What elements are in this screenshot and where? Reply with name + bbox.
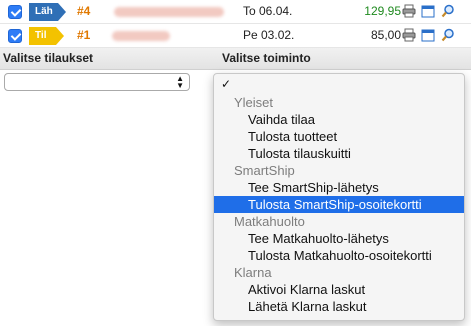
select-action-title: Valitse toiminto bbox=[222, 51, 311, 65]
order-row[interactable]: Til #1 Pe 03.02. 85,00 bbox=[0, 24, 471, 48]
action-dropdown[interactable]: ✓ Yleiset Vaihda tilaa Tulosta tuotteet … bbox=[213, 73, 465, 321]
status-badge-arrow bbox=[58, 3, 66, 21]
row-actions bbox=[402, 28, 457, 42]
calendar-icon[interactable] bbox=[421, 28, 435, 42]
section-header-bar: Valitse tilaukset Valitse toiminto bbox=[0, 48, 471, 70]
status-badge-arrow bbox=[56, 27, 64, 45]
option-tee-matkahuolto-lahetys[interactable]: Tee Matkahuolto-lähetys bbox=[214, 230, 464, 247]
search-icon[interactable] bbox=[441, 4, 455, 18]
order-date: Pe 03.02. bbox=[243, 28, 295, 42]
select-arrows-icon: ▲ ▼ bbox=[176, 74, 184, 90]
status-badge: Läh bbox=[29, 3, 58, 21]
calendar-icon[interactable] bbox=[421, 4, 435, 18]
printer-icon[interactable] bbox=[402, 28, 416, 42]
option-tee-smartship-lahetys[interactable]: Tee SmartShip-lähetys bbox=[214, 179, 464, 196]
order-amount: 85,00 bbox=[370, 28, 401, 42]
checkmark-icon: ✓ bbox=[221, 77, 232, 91]
search-icon[interactable] bbox=[441, 28, 455, 42]
option-aktivoi-klarna-laskut[interactable]: Aktivoi Klarna laskut bbox=[214, 281, 464, 298]
option-tulosta-matkahuolto-osoitekortti[interactable]: Tulosta Matkahuolto-osoitekortti bbox=[214, 247, 464, 264]
order-number[interactable]: #1 bbox=[77, 28, 90, 42]
option-vaihda-tilaa[interactable]: Vaihda tilaa bbox=[214, 111, 464, 128]
customer-name-blurred bbox=[114, 7, 224, 17]
row-actions bbox=[402, 4, 457, 18]
order-date: To 06.04. bbox=[243, 4, 293, 18]
option-laheta-klarna-laskut[interactable]: Lähetä Klarna laskut bbox=[214, 298, 464, 315]
status-badge: Til bbox=[29, 27, 56, 45]
order-amount: 129,95 bbox=[364, 4, 401, 18]
option-tulosta-tuotteet[interactable]: Tulosta tuotteet bbox=[214, 128, 464, 145]
order-checkbox[interactable] bbox=[8, 5, 22, 19]
group-label-smartship: SmartShip bbox=[234, 163, 295, 178]
group-label-yleiset: Yleiset bbox=[234, 95, 274, 110]
customer-name-blurred bbox=[112, 31, 170, 41]
dropdown-empty-option[interactable]: ✓ bbox=[214, 76, 464, 93]
select-orders-title: Valitse tilaukset bbox=[3, 51, 94, 65]
option-tulosta-smartship-osoitekortti[interactable]: Tulosta SmartShip-osoitekortti bbox=[214, 196, 464, 213]
option-tulosta-tilauskuitti[interactable]: Tulosta tilauskuitti bbox=[214, 145, 464, 162]
orders-select[interactable]: ▲ ▼ bbox=[4, 73, 190, 91]
order-number[interactable]: #4 bbox=[77, 4, 90, 18]
group-label-klarna: Klarna bbox=[234, 265, 272, 280]
printer-icon[interactable] bbox=[402, 4, 416, 18]
order-row[interactable]: Läh #4 To 06.04. 129,95 bbox=[0, 0, 471, 24]
order-checkbox[interactable] bbox=[8, 29, 22, 43]
group-label-matkahuolto: Matkahuolto bbox=[234, 214, 305, 229]
